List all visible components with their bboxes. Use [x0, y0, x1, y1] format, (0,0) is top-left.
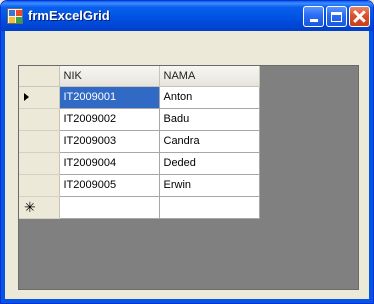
excel-grid-icon[interactable] [7, 8, 23, 24]
window-border-right [369, 31, 373, 303]
row-header[interactable] [19, 130, 60, 153]
row-header[interactable] [19, 108, 60, 131]
cell-nama[interactable]: Deded [159, 152, 260, 175]
new-cell-nama[interactable] [159, 196, 260, 219]
cell-nik[interactable]: IT2009002 [59, 108, 160, 131]
table-row: IT2009003 Candra [19, 130, 260, 153]
close-icon [353, 10, 366, 23]
cell-nik[interactable]: IT2009003 [59, 130, 160, 153]
new-row: ✳ [19, 196, 260, 219]
column-header-row: NIK NAMA [19, 66, 260, 87]
grid-table: NIK NAMA IT2009001 Anton IT2009002 Badu [19, 66, 260, 219]
table-row: IT2009002 Badu [19, 108, 260, 131]
table-row: IT2009001 Anton [19, 86, 260, 109]
minimize-icon [309, 19, 318, 22]
cell-nik[interactable]: IT2009005 [59, 174, 160, 197]
maximize-icon [331, 11, 342, 22]
close-button[interactable] [349, 6, 370, 27]
column-header-nama[interactable]: NAMA [159, 66, 260, 87]
top-left-header-cell[interactable] [19, 66, 60, 87]
table-row: IT2009005 Erwin [19, 174, 260, 197]
cell-nama[interactable]: Candra [159, 130, 260, 153]
row-header[interactable] [19, 174, 60, 197]
cell-nik[interactable]: IT2009004 [59, 152, 160, 175]
new-row-asterisk-icon: ✳ [24, 199, 36, 215]
window-title: frmExcelGrid [28, 8, 110, 23]
cell-nama[interactable]: Erwin [159, 174, 260, 197]
data-grid-view[interactable]: NIK NAMA IT2009001 Anton IT2009002 Badu [18, 65, 359, 290]
maximize-button[interactable] [326, 6, 347, 27]
cell-nama[interactable]: Anton [159, 86, 260, 109]
row-header[interactable] [19, 86, 60, 109]
form-window: frmExcelGrid NIK NAMA IT2009001 Anton IT… [0, 0, 374, 304]
minimize-button[interactable] [303, 6, 324, 27]
row-header[interactable] [19, 152, 60, 175]
window-border-left [1, 31, 5, 303]
column-header-nik[interactable]: NIK [59, 66, 160, 87]
title-bar[interactable]: frmExcelGrid [1, 1, 373, 31]
cell-nama[interactable]: Badu [159, 108, 260, 131]
table-row: IT2009004 Deded [19, 152, 260, 175]
window-border-bottom [1, 299, 373, 303]
new-cell-nik[interactable] [59, 196, 160, 219]
row-header[interactable]: ✳ [19, 196, 60, 219]
cell-nik[interactable]: IT2009001 [59, 86, 160, 109]
current-row-arrow-icon [24, 93, 29, 102]
